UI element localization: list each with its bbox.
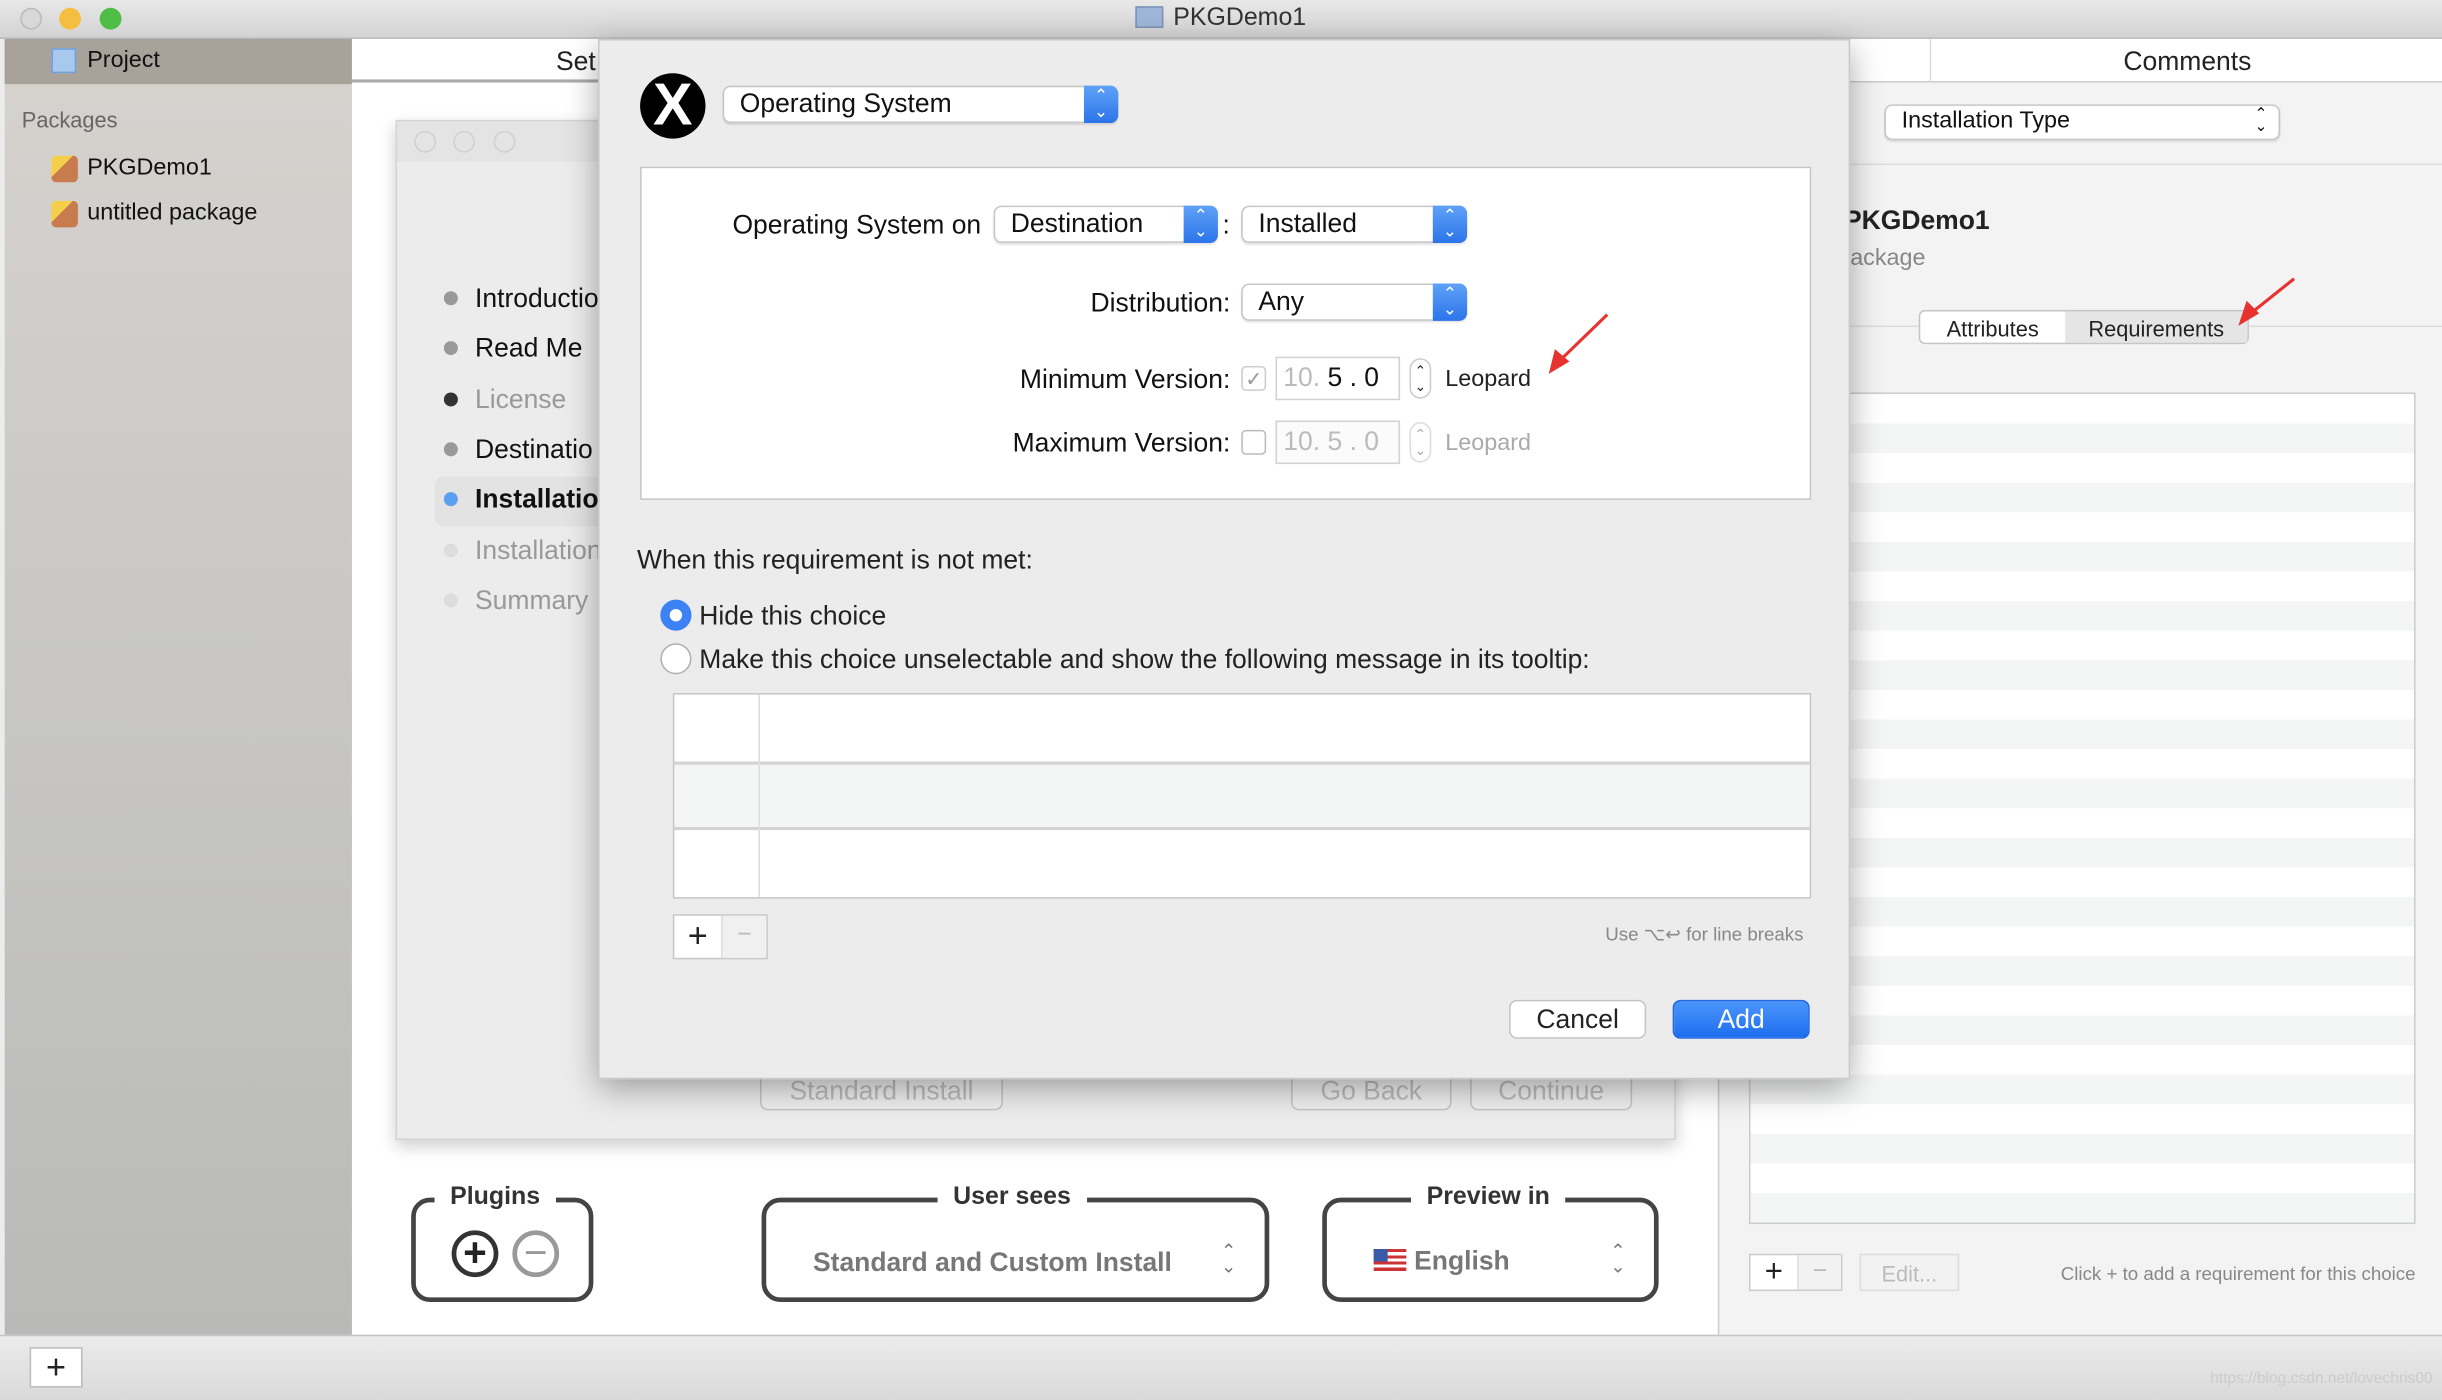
annotation-arrows bbox=[1548, 277, 2296, 374]
installer-window: PKGDemo1 Project Packages PKGDemo1 untit… bbox=[0, 0, 2442, 1400]
annotation-arrowhead bbox=[2238, 300, 2260, 326]
